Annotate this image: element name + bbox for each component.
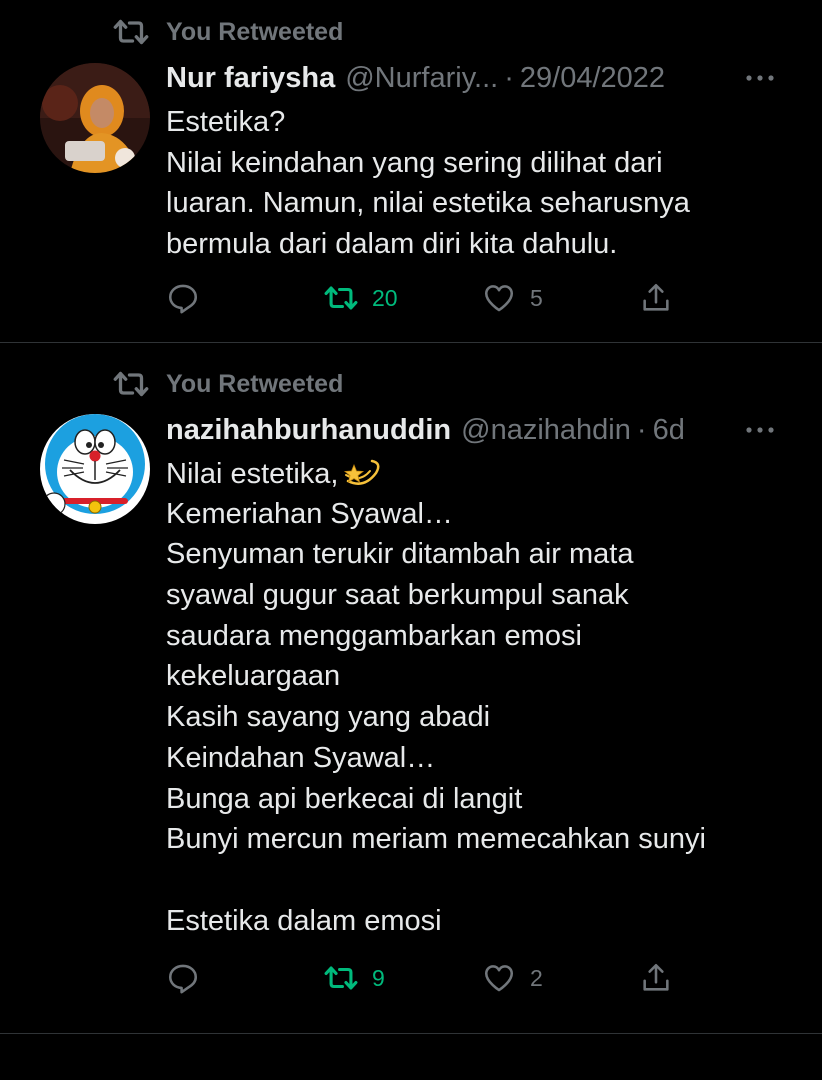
retweet-icon: [324, 286, 358, 310]
tweet-text-line: Keindahan Syawal…: [166, 741, 436, 774]
separator: ·: [504, 61, 514, 94]
like-count: 2: [530, 964, 543, 991]
tweet[interactable]: You Retweeted Nur fariysha @Nurfariy... …: [0, 0, 822, 342]
avatar[interactable]: [40, 63, 150, 173]
tweet-header: nazihahburhanuddin @nazihahdin · 6d: [166, 410, 792, 450]
tweet-text-line: Estetika dalam emosi: [166, 904, 442, 937]
retweet-icon: [324, 966, 358, 990]
more-options-button[interactable]: [740, 58, 780, 98]
timestamp[interactable]: 29/04/2022: [520, 62, 665, 95]
handle[interactable]: @Nurfariy...: [345, 62, 498, 95]
doraemon-avatar-icon: [40, 414, 150, 524]
like-button[interactable]: 5: [482, 278, 543, 318]
more-options-button[interactable]: [740, 410, 780, 450]
reply-button[interactable]: [166, 958, 214, 998]
tweet-text-line: [166, 860, 802, 901]
retweet-context-label: You Retweeted: [166, 17, 344, 46]
share-icon: [643, 963, 669, 991]
retweet-context-label: You Retweeted: [166, 369, 344, 398]
tweet-actions: 9 2: [166, 958, 686, 998]
tweet-text-line: Nilai keindahan yang sering dilihat dari: [166, 146, 663, 179]
retweet-count: 9: [372, 964, 385, 991]
tweet-text-line: Bunyi mercun meriam memecahkan sunyi: [166, 823, 706, 856]
tweet-text-line: Estetika?: [166, 106, 286, 138]
handle[interactable]: @nazihahdin: [461, 414, 631, 447]
retweet-button[interactable]: 20: [324, 278, 398, 318]
reply-button[interactable]: [166, 278, 214, 318]
retweet-context: You Retweeted: [112, 15, 343, 49]
tweet-header: Nur fariysha @Nurfariy... · 29/04/2022: [166, 58, 792, 98]
tweet-text-fragment: Nilai estetika,: [166, 458, 339, 490]
tweet-text-line: Kasih sayang yang abadi: [166, 701, 491, 734]
tweet-text-line: Senyuman terukir ditambah air mata: [166, 538, 634, 571]
heart-icon: [484, 965, 514, 992]
tweet-actions: 20 5: [166, 278, 686, 318]
retweet-button[interactable]: 9: [324, 958, 385, 998]
heart-icon: [484, 285, 514, 312]
retweet-count: 20: [372, 284, 398, 311]
avatar[interactable]: [40, 414, 150, 524]
reply-icon: [168, 284, 198, 314]
dizzy-emoji-icon: [344, 459, 380, 485]
tweet[interactable]: You Retweeted nazihahburhanuddin @naziha…: [0, 343, 822, 1033]
tweet-text-line: Kemeriahan Syawal…: [166, 497, 453, 530]
tweet-divider: [0, 1033, 822, 1034]
timestamp[interactable]: 6d: [653, 414, 685, 447]
display-name[interactable]: nazihahburhanuddin: [166, 414, 451, 447]
tweet-text: Estetika? Nilai keindahan yang sering di…: [166, 102, 802, 265]
share-button[interactable]: [639, 958, 673, 998]
share-icon: [643, 283, 669, 311]
like-button[interactable]: 2: [482, 958, 543, 998]
separator: ·: [636, 413, 647, 446]
retweet-icon: [113, 19, 149, 45]
like-count: 5: [530, 284, 543, 311]
profile-photo-icon: [40, 63, 150, 173]
display-name[interactable]: Nur fariysha: [166, 62, 335, 95]
tweet-text-line: syawal gugur saat berkumpul sanak: [166, 579, 629, 612]
more-icon: [746, 75, 774, 81]
more-icon: [746, 427, 774, 433]
tweet-text-line: kekeluargaan: [166, 660, 341, 693]
share-button[interactable]: [639, 278, 673, 318]
tweet-text-line: Bunga api berkecai di langit: [166, 782, 523, 815]
tweet-text-line: bermula dari dalam diri kita dahulu.: [166, 228, 618, 261]
retweet-icon: [113, 371, 149, 397]
tweet-text-line: saudara menggambarkan emosi: [166, 619, 582, 652]
tweet-text-line: Nilai estetika,: [166, 453, 802, 494]
tweet-text-line: luaran. Namun, nilai estetika seharusnya: [166, 187, 690, 220]
reply-icon: [168, 964, 198, 994]
tweet-text: Nilai estetika, Kemeriahan Syawal… Senyu…: [166, 453, 802, 941]
retweet-context: You Retweeted: [112, 367, 343, 401]
